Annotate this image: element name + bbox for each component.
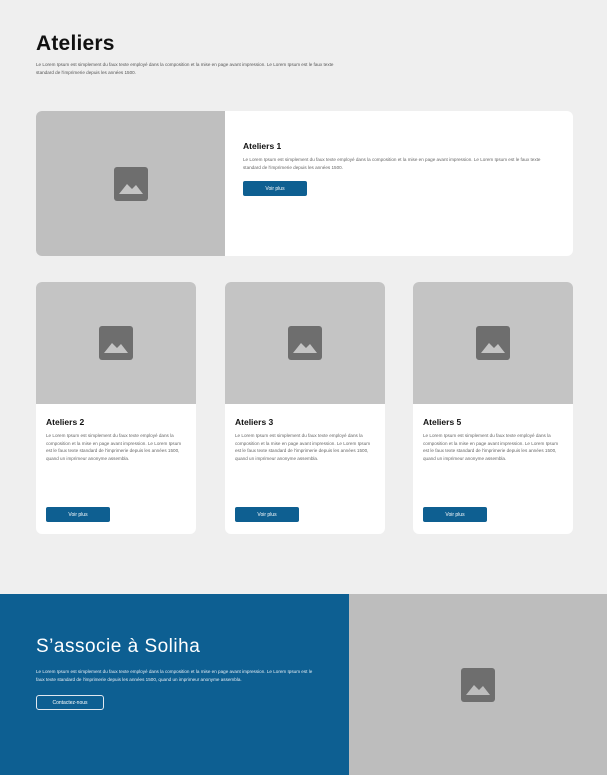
image-placeholder-icon: [288, 326, 322, 360]
card-title: Ateliers 3: [235, 417, 274, 427]
card-text: Le Lorem Ipsum est simplement du faux te…: [423, 433, 559, 461]
page-header: Ateliers Le Lorem Ipsum est simplement d…: [36, 32, 336, 76]
featured-see-more-button[interactable]: Voir plus: [243, 181, 307, 196]
image-placeholder-icon: [99, 326, 133, 360]
workshop-card: Ateliers 2 Le Lorem Ipsum est simplement…: [36, 282, 196, 534]
featured-card: Ateliers 1 Le Lorem Ipsum est simplement…: [36, 111, 573, 256]
contact-button[interactable]: Contactez-nous: [36, 695, 104, 710]
card-text: Le Lorem Ipsum est simplement du faux te…: [46, 433, 182, 461]
workshop-card: Ateliers 5 Le Lorem Ipsum est simplement…: [413, 282, 573, 534]
partner-title: S’associe à Soliha: [36, 636, 201, 657]
card-text: Le Lorem Ipsum est simplement du faux te…: [235, 433, 371, 461]
partner-section: S’associe à Soliha Le Lorem Ipsum est si…: [0, 594, 607, 775]
card-see-more-button[interactable]: Voir plus: [235, 507, 299, 522]
featured-text: Le Lorem Ipsum est simplement du faux te…: [243, 157, 541, 170]
page-intro: Le Lorem Ipsum est simplement du faux te…: [36, 62, 334, 75]
page-title: Ateliers: [36, 32, 115, 55]
card-title: Ateliers 2: [46, 417, 85, 427]
featured-image-placeholder: [36, 111, 225, 256]
featured-body: Ateliers 1 Le Lorem Ipsum est simplement…: [225, 111, 545, 256]
image-placeholder-icon: [461, 667, 495, 702]
card-body: Ateliers 2 Le Lorem Ipsum est simplement…: [36, 404, 196, 462]
image-placeholder-icon: [476, 326, 510, 360]
partner-text: Le Lorem Ipsum est simplement du faux te…: [36, 669, 313, 682]
card-see-more-button[interactable]: Voir plus: [423, 507, 487, 522]
card-image-placeholder: [36, 282, 196, 404]
card-image-placeholder: [413, 282, 573, 404]
card-body: Ateliers 3 Le Lorem Ipsum est simplement…: [225, 404, 385, 462]
card-see-more-button[interactable]: Voir plus: [46, 507, 110, 522]
card-body: Ateliers 5 Le Lorem Ipsum est simplement…: [413, 404, 573, 462]
card-image-placeholder: [225, 282, 385, 404]
workshop-grid: Ateliers 2 Le Lorem Ipsum est simplement…: [36, 282, 573, 534]
partner-image-placeholder: [349, 594, 607, 775]
card-title: Ateliers 5: [423, 417, 462, 427]
partner-panel: S’associe à Soliha Le Lorem Ipsum est si…: [0, 594, 349, 775]
workshop-card: Ateliers 3 Le Lorem Ipsum est simplement…: [225, 282, 385, 534]
image-placeholder-icon: [113, 166, 148, 201]
featured-title: Ateliers 1: [243, 141, 282, 151]
